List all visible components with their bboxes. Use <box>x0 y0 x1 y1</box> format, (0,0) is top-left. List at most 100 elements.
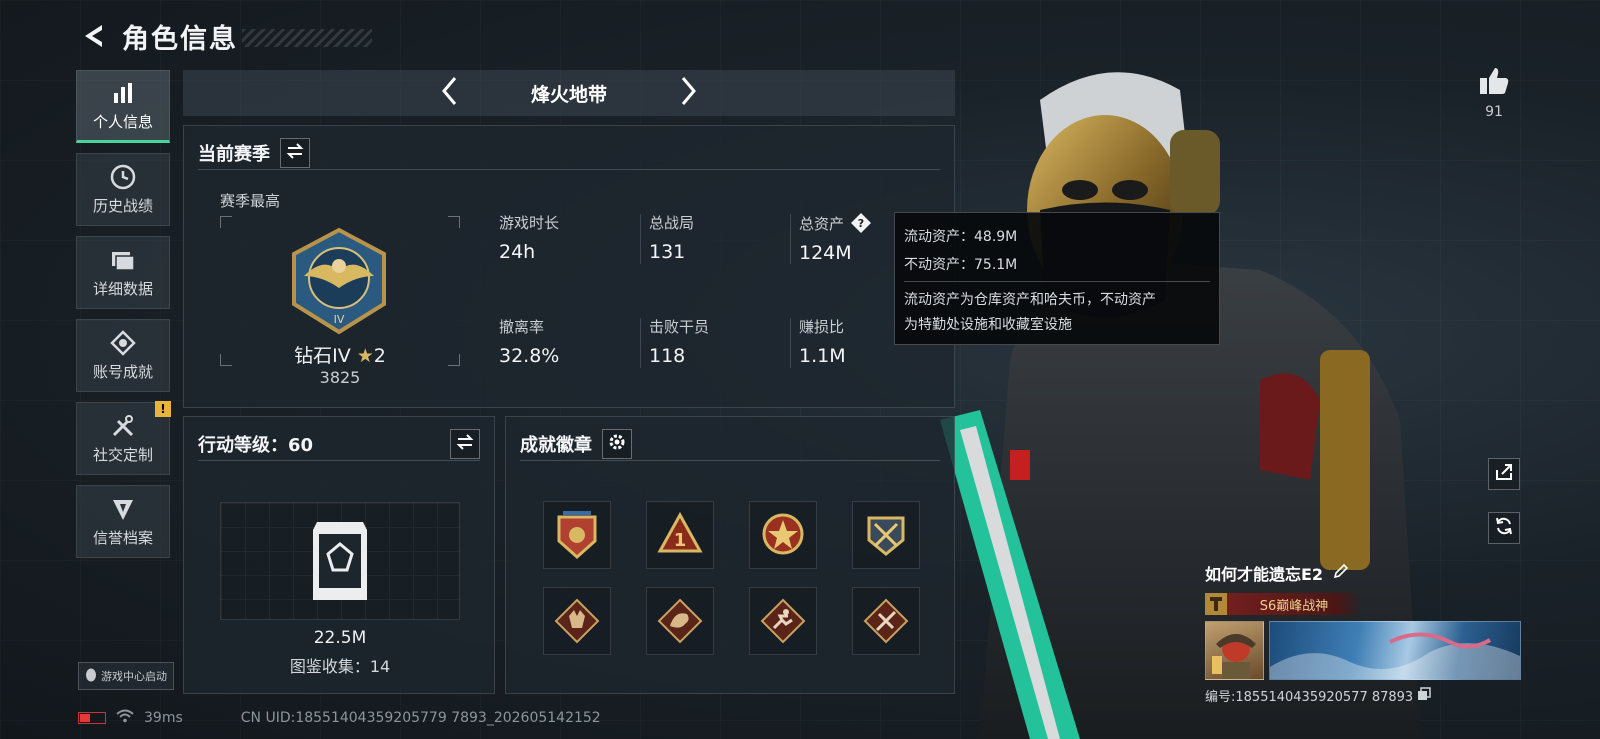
clock-icon <box>109 163 137 191</box>
season-title: 当前赛季 <box>198 143 270 165</box>
thumbs-up-icon <box>1478 68 1510 100</box>
bar-chart-icon <box>109 79 137 107</box>
switch-level-button[interactable] <box>450 428 480 459</box>
page-title: 角色信息 <box>122 23 238 55</box>
edit-name-icon[interactable] <box>1333 563 1349 583</box>
tools-icon <box>109 412 137 440</box>
like-count: 91 <box>1485 104 1503 120</box>
stat-divider <box>640 214 641 264</box>
gear-icon <box>608 433 626 455</box>
refresh-button[interactable] <box>1488 512 1520 544</box>
game-center-label: 游戏中心启动 <box>101 670 167 683</box>
chevron-left-icon <box>441 76 457 110</box>
badge-slot[interactable] <box>543 501 611 569</box>
season-panel: 当前赛季 赛季最高 IV 钻石IV ★2 3825 游戏时长 24h 总战局 1… <box>183 125 955 408</box>
stat-label: 击败干员 <box>649 318 710 336</box>
sidebar-item-social[interactable]: ! 社交定制 <box>76 401 171 475</box>
sidebar-item-credit[interactable]: 信誉档案 <box>76 485 170 558</box>
stat-label: 撤离率 <box>499 318 545 336</box>
tooltip-divider <box>904 281 1210 282</box>
title-decoration <box>242 29 372 47</box>
player-name-row: 如何才能遗忘E2 <box>1205 561 1525 585</box>
sidebar-item-label: 账号成就 <box>92 363 153 381</box>
achievement-icon <box>109 329 137 357</box>
tooltip-liquid-assets: 流动资产：48.9M <box>904 229 1018 245</box>
shield-icon <box>109 495 137 523</box>
penguin-icon <box>85 668 97 685</box>
level-title: 行动等级：60 <box>198 434 314 456</box>
badge-slot[interactable]: 1 <box>646 501 714 569</box>
stat-total-matches: 总战局 131 <box>649 212 789 263</box>
map-name: 烽火地带 <box>530 83 607 106</box>
sidebar-item-history[interactable]: 历史战绩 <box>76 153 170 226</box>
achievement-title: 成就徽章 <box>520 434 592 456</box>
folder-icon <box>109 246 137 274</box>
alert-badge: ! <box>155 401 171 417</box>
share-button[interactable] <box>1488 458 1520 490</box>
action-level-panel: 行动等级：60 22.5M 图鉴收集：14 <box>183 416 495 694</box>
badge-tools-icon <box>863 598 909 644</box>
badge-emblem-icon <box>557 511 597 560</box>
sidebar-item-label: 个人信息 <box>92 113 153 131</box>
stat-value: 32.8% <box>499 345 560 367</box>
sidebar-item-label: 历史战绩 <box>92 197 153 215</box>
level-header: 行动等级：60 <box>198 427 480 461</box>
avatar[interactable] <box>1205 621 1264 680</box>
svg-text:?: ? <box>858 217 864 230</box>
badge-settings-button[interactable] <box>602 428 632 459</box>
stat-value: 131 <box>649 241 686 263</box>
copy-icon[interactable] <box>1417 686 1431 705</box>
diamond-rank-emblem-icon: IV <box>292 227 386 335</box>
season-header: 当前赛季 <box>198 136 940 170</box>
badge-runner-icon <box>760 598 806 644</box>
sidebar-item-details[interactable]: 详细数据 <box>76 236 170 309</box>
collection-value: 22.5M <box>313 628 367 648</box>
stat-value: 118 <box>649 345 686 367</box>
status-footer: 39ms CN UID:18551404359205779 7893_20260… <box>78 708 601 728</box>
uid-text: CN UID:18551404359205779 7893_2026051421… <box>240 710 601 726</box>
sidebar-item-label: 详细数据 <box>92 280 153 298</box>
prev-map-button[interactable] <box>429 73 469 113</box>
rank-title: 钻石IV <box>294 345 351 367</box>
sidebar-item-personal-info[interactable]: 个人信息 <box>76 70 170 143</box>
badge-slot[interactable] <box>543 587 611 655</box>
badge-rank-one-icon: 1 <box>657 511 703 553</box>
svg-text:1: 1 <box>674 530 687 551</box>
player-title-badge: S6巅峰战神 <box>1205 593 1361 615</box>
badge-slot[interactable] <box>646 587 714 655</box>
badge-crossed-swords-icon <box>867 516 905 556</box>
wifi-icon <box>116 709 134 727</box>
achievement-badges-panel: 成就徽章 1 <box>505 416 955 694</box>
ping-value: 39ms <box>144 710 183 726</box>
refresh-icon <box>1494 516 1514 540</box>
swap-icon <box>286 142 304 163</box>
sidebar-item-label: 社交定制 <box>92 446 153 464</box>
badge-slot[interactable] <box>852 501 920 569</box>
badge-slot[interactable] <box>749 587 817 655</box>
player-title: S6巅峰战神 <box>1259 598 1329 614</box>
badge-slot[interactable] <box>749 501 817 569</box>
stat-divider <box>790 318 791 368</box>
switch-season-button[interactable] <box>280 137 310 168</box>
sidebar-item-achievements[interactable]: 账号成就 <box>76 319 170 392</box>
stat-play-time: 游戏时长 24h <box>499 212 639 263</box>
badge-slot[interactable] <box>852 587 920 655</box>
player-id: 编号:1855140435920577 87893 <box>1205 690 1414 705</box>
player-name: 如何才能遗忘E2 <box>1205 565 1324 584</box>
rank-name: 钻石IV ★2 <box>220 341 460 368</box>
title-emblem-icon <box>1205 593 1227 615</box>
stat-value: 1.1M <box>799 345 846 367</box>
stat-label: 游戏时长 <box>499 214 560 232</box>
stat-divider <box>790 214 791 264</box>
like-button[interactable]: 91 <box>1474 66 1514 120</box>
game-center-button[interactable]: 游戏中心启动 <box>78 662 174 690</box>
profile-banner[interactable] <box>1269 621 1521 680</box>
player-id-row: 编号:1855140435920577 87893 <box>1205 686 1525 705</box>
sidebar-item-label: 信誉档案 <box>92 529 153 547</box>
help-icon[interactable]: ? <box>850 212 872 234</box>
back-arrow-icon[interactable] <box>78 21 108 51</box>
sidebar: 个人信息 历史战绩 详细数据 账号成就 ! 社交定制 信誉档案 <box>76 70 171 568</box>
next-map-button[interactable] <box>669 73 709 113</box>
achievement-header: 成就徽章 <box>520 427 940 461</box>
star-icon: ★ <box>356 345 374 367</box>
